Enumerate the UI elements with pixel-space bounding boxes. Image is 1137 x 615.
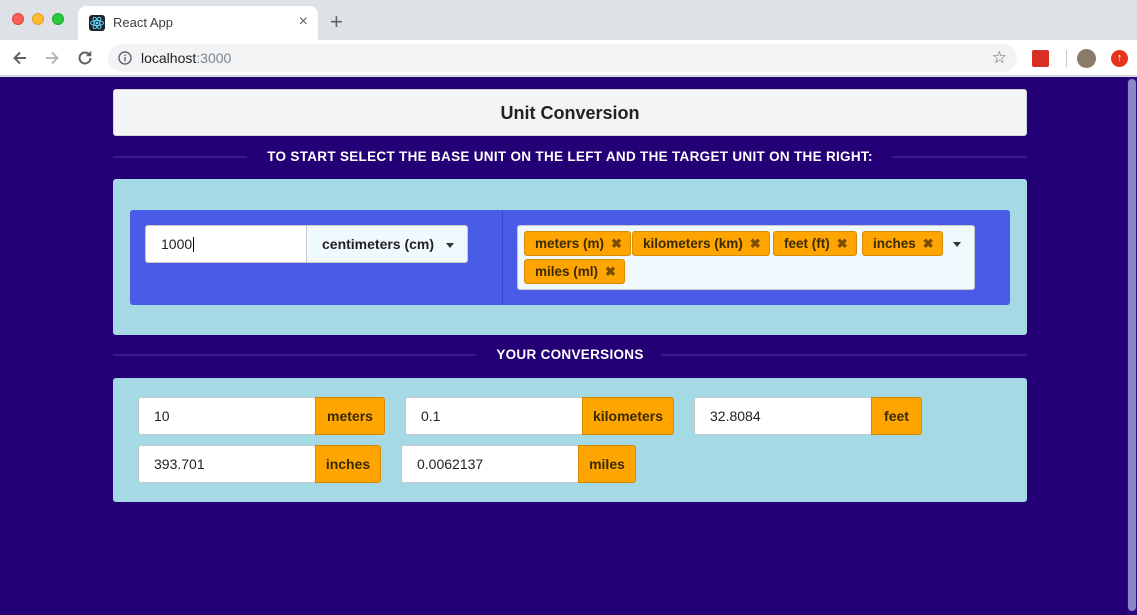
selector-segment: 1000 centimeters (cm) meters (m) ✖ kilome…	[130, 210, 1010, 305]
conversion-unit: feet	[871, 397, 922, 435]
conversion-value[interactable]: 32.8084	[694, 397, 872, 435]
maximize-window-button[interactable]	[52, 13, 64, 25]
tab-title: React App	[113, 15, 173, 30]
close-window-button[interactable]	[12, 13, 24, 25]
browser-titlebar: React App × +	[0, 0, 1137, 40]
tab-close-icon[interactable]: ×	[299, 13, 308, 31]
info-icon[interactable]	[118, 51, 132, 65]
base-unit-label: centimeters (cm)	[322, 236, 435, 252]
instructions-text: TO START SELECT THE BASE UNIT ON THE LEF…	[267, 149, 873, 164]
conversions-panel: 10 meters 0.1 kilometers 32.8084 feet 39…	[113, 378, 1027, 502]
toolbar-separator	[1066, 50, 1067, 67]
conversions-divider: YOUR CONVERSIONS	[113, 345, 1027, 365]
target-chip[interactable]: feet (ft) ✖	[773, 231, 857, 256]
page-viewport: Unit Conversion TO START SELECT THE BASE…	[0, 77, 1137, 615]
header-box: Unit Conversion	[113, 89, 1027, 136]
conversion-unit: kilometers	[582, 397, 674, 435]
browser-toolbar: localhost:3000 ☆ ↑	[0, 40, 1137, 76]
remove-chip-icon[interactable]: ✖	[605, 264, 616, 279]
conversion-value[interactable]: 393.701	[138, 445, 316, 483]
base-unit-dropdown[interactable]: centimeters (cm)	[306, 225, 468, 263]
target-chip[interactable]: inches ✖	[862, 231, 943, 256]
conversions-heading: YOUR CONVERSIONS	[496, 347, 644, 362]
target-chip[interactable]: kilometers (km) ✖	[632, 231, 770, 256]
selector-panel: 1000 centimeters (cm) meters (m) ✖ kilome…	[113, 179, 1027, 335]
extension-icon[interactable]	[1032, 50, 1049, 67]
scrollbar-thumb[interactable]	[1128, 79, 1136, 611]
update-icon[interactable]: ↑	[1111, 50, 1128, 67]
conversion-unit: miles	[578, 445, 636, 483]
dropdown-arrow-icon	[446, 243, 454, 248]
back-arrow-icon[interactable]	[10, 48, 30, 68]
bookmark-star-icon[interactable]: ☆	[992, 49, 1007, 67]
react-logo-icon	[89, 15, 105, 31]
address-bar[interactable]: localhost:3000 ☆	[108, 44, 1017, 72]
minimize-window-button[interactable]	[32, 13, 44, 25]
forward-arrow-icon[interactable]	[42, 48, 62, 68]
remove-chip-icon[interactable]: ✖	[750, 236, 761, 251]
browser-tab[interactable]: React App ×	[78, 6, 318, 40]
remove-chip-icon[interactable]: ✖	[837, 236, 848, 251]
target-units-multiselect[interactable]: meters (m) ✖ kilometers (km) ✖ feet (ft) ✖ …	[517, 225, 975, 290]
url-text: localhost:3000	[141, 50, 232, 66]
reload-icon[interactable]	[75, 48, 95, 68]
target-chip[interactable]: meters (m) ✖	[524, 231, 631, 256]
page-title: Unit Conversion	[500, 103, 640, 123]
new-tab-button[interactable]: +	[330, 10, 343, 34]
conversion-unit: inches	[315, 445, 381, 483]
remove-chip-icon[interactable]: ✖	[923, 236, 934, 251]
dropdown-arrow-icon[interactable]	[953, 242, 961, 247]
base-value-input[interactable]: 1000	[145, 225, 307, 263]
target-chip[interactable]: miles (ml) ✖	[524, 259, 625, 284]
page-scrollbar[interactable]	[1127, 77, 1137, 615]
conversion-value[interactable]: 0.0062137	[401, 445, 579, 483]
conversion-value[interactable]: 10	[138, 397, 316, 435]
segment-divider	[502, 210, 503, 305]
profile-avatar[interactable]	[1077, 49, 1096, 68]
instructions-divider: TO START SELECT THE BASE UNIT ON THE LEF…	[113, 147, 1027, 167]
conversion-value[interactable]: 0.1	[405, 397, 583, 435]
remove-chip-icon[interactable]: ✖	[611, 236, 622, 251]
conversion-unit: meters	[315, 397, 385, 435]
